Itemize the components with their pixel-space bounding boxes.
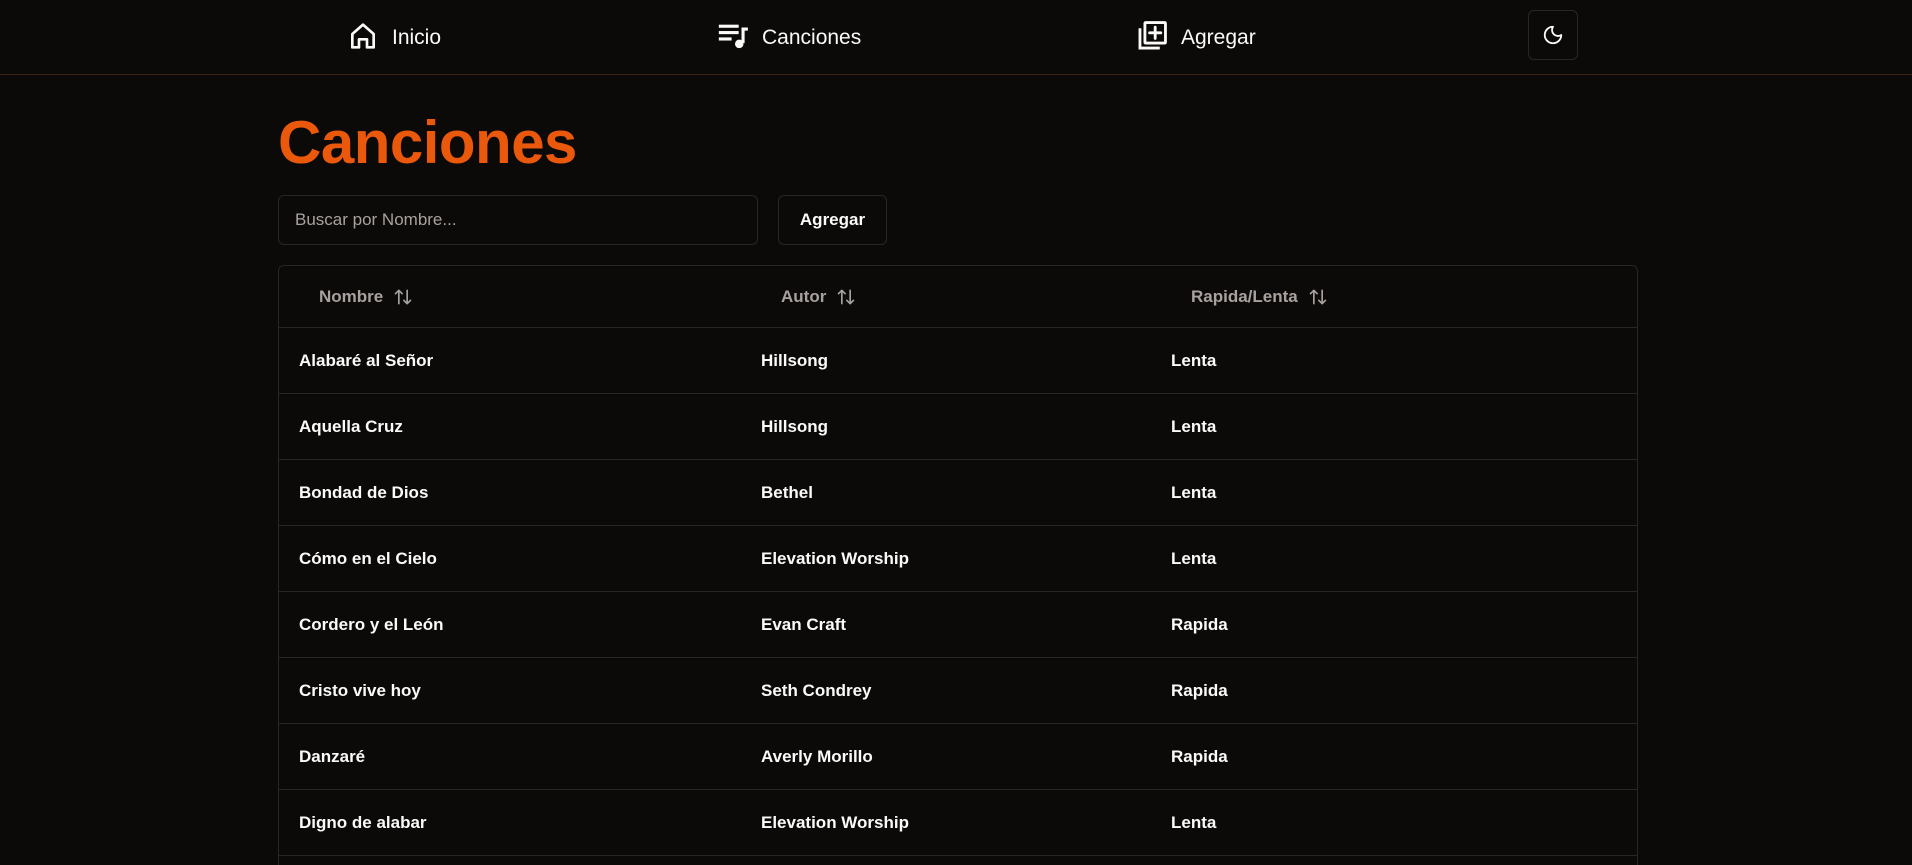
table-row[interactable]: Cordero y el León Evan Craft Rapida [279,592,1637,658]
column-header-label: Autor [781,287,827,306]
column-header-label: Rapida/Lenta [1191,287,1298,306]
cell-nombre: Bondad de Dios [299,483,429,502]
cell-tipo: Rapida [1171,615,1228,634]
cell-autor: Seth Condrey [761,681,872,700]
cell-nombre: Danzaré [299,747,366,766]
cell-nombre: Cordero y el León [299,615,444,634]
cell-nombre: Alabaré al Señor [299,351,434,370]
column-header-label: Nombre [319,287,384,306]
cell-nombre: Cómo en el Cielo [299,549,437,568]
table-row[interactable]: Alabaré al Señor Hillsong Lenta [279,328,1637,394]
cell-autor: Hillsong [761,351,829,370]
sort-icon [836,287,856,307]
cell-autor: Hillsong [761,417,829,436]
nav-item-label: Canciones [762,26,862,49]
cell-autor: Averly Morillo [761,747,873,766]
sort-icon [1308,287,1328,307]
table-header: Nombre Autor Rapida/Lenta [279,266,1637,328]
table-row[interactable]: Bondad de Dios Bethel Lenta [279,460,1637,526]
page-title: Canciones [278,109,577,176]
add-song-button[interactable]: Agregar [778,195,887,245]
column-header-nombre[interactable]: Nombre [319,266,413,328]
cell-nombre: Aquella Cruz [299,417,403,436]
cell-autor: Bethel [761,483,813,502]
cell-tipo: Lenta [1171,813,1217,832]
nav-item-label: Agregar [1181,26,1256,49]
cell-autor: Elevation Worship [761,549,909,568]
add-library-icon [1135,19,1169,53]
cell-tipo: Lenta [1171,351,1217,370]
table-row[interactable]: Danzaré Averly Morillo Rapida [279,724,1637,790]
cell-autor: Elevation Worship [761,813,909,832]
top-navigation: Inicio Canciones Agregar [0,0,1912,75]
table-row[interactable]: Digno de alabar Elevation Worship Lenta [279,790,1637,856]
column-header-autor[interactable]: Autor [781,266,856,328]
cell-autor: Evan Craft [761,615,847,634]
table-row[interactable]: Cómo en el Cielo Elevation Worship Lenta [279,526,1637,592]
home-icon [346,19,380,53]
nav-item-canciones[interactable]: Canciones [716,17,861,55]
songs-table: Nombre Autor Rapida/Lenta Alabaré al Señ… [278,265,1638,865]
cell-nombre: Digno de alabar [299,813,427,832]
table-body: Alabaré al Señor Hillsong Lenta Aquella … [279,328,1637,856]
cell-tipo: Rapida [1171,747,1228,766]
theme-toggle-button[interactable] [1528,10,1578,60]
search-input[interactable] [278,195,758,245]
column-header-rapida-lenta[interactable]: Rapida/Lenta [1191,266,1328,328]
cell-tipo: Lenta [1171,417,1217,436]
nav-item-agregar[interactable]: Agregar [1135,17,1256,55]
moon-icon [1542,24,1564,46]
cell-tipo: Lenta [1171,549,1217,568]
table-row[interactable]: Cristo vive hoy Seth Condrey Rapida [279,658,1637,724]
sort-icon [393,287,413,307]
cell-tipo: Rapida [1171,681,1228,700]
nav-item-inicio[interactable]: Inicio [346,17,441,55]
cell-nombre: Cristo vive hoy [299,681,421,700]
nav-item-label: Inicio [392,26,442,49]
music-list-icon [716,19,750,53]
table-row[interactable]: Aquella Cruz Hillsong Lenta [279,394,1637,460]
cell-tipo: Lenta [1171,483,1217,502]
